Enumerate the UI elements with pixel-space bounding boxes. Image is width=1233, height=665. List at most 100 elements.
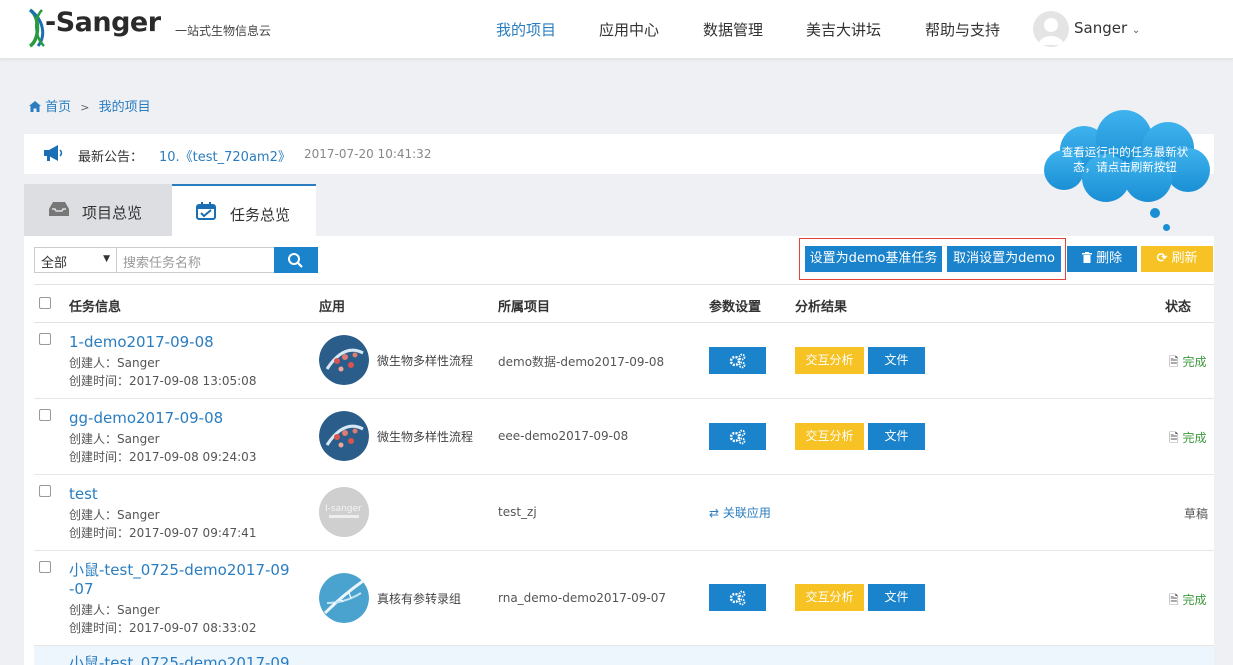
breadcrumb-current[interactable]: 我的项目: [99, 100, 151, 115]
file-button[interactable]: 文件: [868, 584, 925, 611]
status-filter-select[interactable]: 全部 ▼: [34, 247, 117, 273]
user-avatar-icon: [1038, 18, 1064, 45]
nav-lecture-forum[interactable]: 美吉大讲坛: [806, 19, 881, 40]
task-created-time: 创建时间：2017-09-08 09:24:03: [69, 450, 257, 464]
interactive-analysis-button[interactable]: 交互分析: [795, 423, 864, 450]
delete-button[interactable]: 删除: [1067, 246, 1137, 272]
tab-task-overview-label: 任务总览: [230, 206, 291, 224]
project-name: test_zj: [498, 505, 537, 519]
tooltip-text: 查看运行中的任务最新状态，请点击刷新按钮: [1061, 145, 1189, 174]
interactive-analysis-button[interactable]: 交互分析: [795, 584, 864, 611]
status-badge: 🗎 完成: [1169, 591, 1207, 612]
row-checkbox[interactable]: [39, 333, 51, 345]
delete-button-label: 删除: [1096, 251, 1123, 266]
logo-text[interactable]: -Sanger: [45, 7, 161, 38]
svg-text:I-sanger: I-sanger: [325, 504, 362, 514]
microbe-app-icon: [319, 411, 369, 461]
gears-icon: [729, 353, 746, 369]
row-checkbox[interactable]: [39, 485, 51, 497]
app-name: 微生物多样性流程: [377, 354, 474, 368]
slogan: 一站式生物信息云: [175, 24, 272, 38]
gears-icon: [729, 590, 746, 606]
nav-my-projects[interactable]: 我的项目: [496, 19, 556, 40]
announcement-label: 最新公告：: [78, 150, 144, 165]
table-row: gg-demo2017-09-08 创建人：Sanger 创建时间：2017-0…: [34, 399, 1214, 475]
task-created-time: 创建时间：2017-09-07 08:33:02: [69, 621, 257, 635]
task-search-input[interactable]: 搜索任务名称: [116, 247, 275, 273]
task-name-link[interactable]: 小鼠-test_0725-demo2017-09: [69, 654, 290, 665]
megaphone-icon: [44, 145, 63, 161]
app-name: 真核有参转录组: [377, 592, 462, 606]
file-button[interactable]: 文件: [868, 347, 925, 374]
user-name: Sanger: [1074, 19, 1128, 37]
link-app-label: 关联应用: [722, 506, 771, 520]
file-icon: 🗎: [1169, 593, 1179, 607]
param-settings-button[interactable]: [709, 584, 766, 611]
param-settings-button[interactable]: [709, 347, 766, 374]
gears-icon: [729, 429, 746, 445]
row-checkbox[interactable]: [39, 409, 51, 421]
row-checkbox[interactable]: [39, 561, 51, 573]
task-creator: 创建人：Sanger: [69, 432, 160, 446]
tab-project-overview[interactable]: 项目总览: [24, 184, 172, 236]
task-creator: 创建人：Sanger: [69, 603, 160, 617]
task-created-time: 创建时间：2017-09-07 09:47:41: [69, 526, 257, 540]
breadcrumb-home[interactable]: 首页: [45, 100, 71, 115]
param-settings-button[interactable]: [709, 423, 766, 450]
col-status: 状态: [1165, 300, 1192, 315]
table-row: 小鼠-test_0725-demo2017-09 -07 创建人：Sanger …: [34, 551, 1214, 646]
breadcrumb: 首页 > 我的项目: [29, 96, 151, 115]
status-text: 完成: [1182, 355, 1207, 369]
select-all-checkbox[interactable]: [39, 297, 51, 309]
status-filter-value: 全部: [41, 256, 68, 271]
nav-help-support[interactable]: 帮助与支持: [925, 19, 1000, 40]
table-row: test 创建人：Sanger 创建时间：2017-09-07 09:47:41…: [34, 475, 1214, 551]
status-text: 完成: [1182, 593, 1207, 607]
nav-app-center[interactable]: 应用中心: [599, 19, 659, 40]
top-header: -Sanger 一站式生物信息云 我的项目 应用中心 数据管理 美吉大讲坛 帮助…: [0, 0, 1233, 59]
task-creator: 创建人：Sanger: [69, 356, 160, 370]
microbe-app-icon: [319, 335, 369, 385]
interactive-analysis-button[interactable]: 交互分析: [795, 347, 864, 374]
user-menu[interactable]: Sanger ⌄: [1074, 19, 1140, 37]
refresh-button-label: 刷新: [1171, 251, 1198, 266]
app-name: 微生物多样性流程: [377, 430, 474, 444]
task-name-link[interactable]: 小鼠-test_0725-demo2017-09 -07: [69, 561, 290, 599]
status-badge: 🗎 完成: [1169, 353, 1207, 374]
table-row: 小鼠-test_0725-demo2017-09: [34, 646, 1214, 665]
task-name-line: 小鼠-test_0725-demo2017-09: [69, 561, 290, 579]
inbox-icon: [49, 202, 69, 216]
task-name-link[interactable]: test: [69, 485, 98, 504]
status-text: 完成: [1182, 431, 1207, 445]
col-app: 应用: [319, 300, 346, 315]
file-icon: 🗎: [1169, 431, 1179, 445]
col-params: 参数设置: [709, 300, 762, 315]
chevron-down-icon: ⌄: [1131, 25, 1141, 36]
col-results: 分析结果: [795, 300, 848, 315]
status-text: 草稿: [1184, 507, 1209, 521]
placeholder-app-icon: I-sanger: [319, 487, 369, 537]
table-row: 1-demo2017-09-08 创建人：Sanger 创建时间：2017-09…: [34, 323, 1214, 399]
home-icon: [29, 100, 45, 115]
set-demo-button[interactable]: 设置为demo基准任务: [805, 246, 942, 272]
announcement-link[interactable]: 10.《test_720am2》: [159, 146, 291, 165]
file-button[interactable]: 文件: [868, 423, 925, 450]
avatar[interactable]: [1033, 11, 1069, 47]
project-name: demo数据-demo2017-09-08: [498, 355, 665, 369]
refresh-icon: ⟳: [1156, 251, 1168, 266]
task-name-line: -07: [69, 580, 94, 598]
cancel-demo-button[interactable]: 取消设置为demo: [947, 246, 1061, 272]
search-button[interactable]: [274, 247, 318, 273]
tab-task-overview[interactable]: 任务总览: [172, 184, 316, 236]
project-name: eee-demo2017-09-08: [498, 429, 629, 443]
task-created-time: 创建时间：2017-09-08 13:05:08: [69, 374, 257, 388]
file-icon: 🗎: [1169, 355, 1179, 369]
tooltip-dot: [1150, 208, 1160, 218]
announcement-time: 2017-07-20 10:41:32: [304, 147, 432, 161]
refresh-button[interactable]: ⟳ 刷新: [1141, 246, 1213, 272]
nav-data-management[interactable]: 数据管理: [703, 19, 763, 40]
task-name-link[interactable]: gg-demo2017-09-08: [69, 409, 223, 428]
task-name-link[interactable]: 1-demo2017-09-08: [69, 333, 214, 352]
trash-icon: [1081, 251, 1096, 266]
link-app-button[interactable]: ⇄ 关联应用: [709, 504, 771, 521]
